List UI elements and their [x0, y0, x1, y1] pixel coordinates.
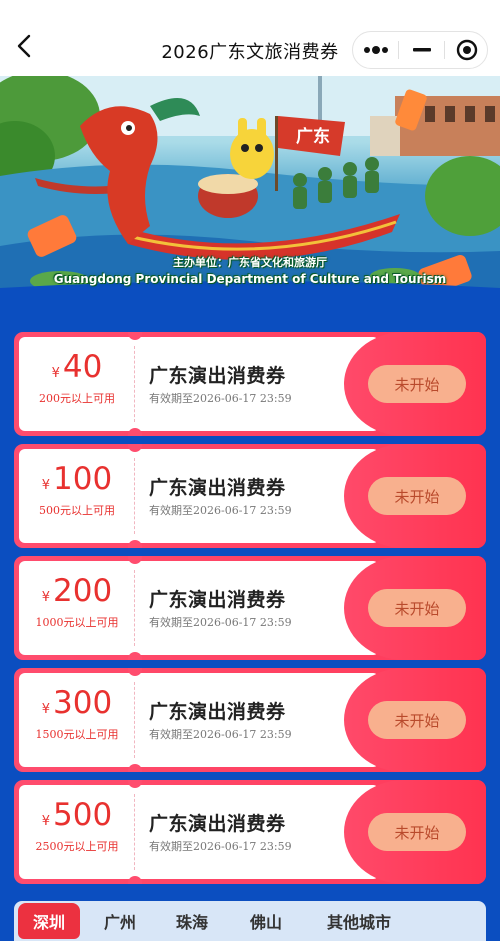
- coupon-amount-box: ¥500 2500元以上可用: [19, 798, 135, 854]
- organizer-en: Guangdong Provincial Department of Cultu…: [53, 272, 447, 286]
- coupon-amount: 200: [53, 573, 113, 609]
- coupon-card: ¥40 200元以上可用 广东演出消费券 有效期至2026-06-17 23:5…: [14, 332, 486, 436]
- tab-shenzhen[interactable]: 深圳: [18, 903, 80, 939]
- coupon-amount-box: ¥100 500元以上可用: [19, 462, 135, 518]
- coupon-amount-box: ¥200 1000元以上可用: [19, 574, 135, 630]
- coupon-condition: 200元以上可用: [39, 392, 115, 405]
- coupon-status-button[interactable]: 未开始: [368, 589, 466, 627]
- more-dots-icon: [363, 46, 388, 54]
- coupon-validity: 有效期至2026-06-17 23:59: [149, 728, 292, 741]
- nav-bar: 2026广东文旅消费券: [0, 0, 500, 76]
- coupon-card: ¥300 1500元以上可用 广东演出消费券 有效期至2026-06-17 23…: [14, 668, 486, 772]
- organizer-cn: 主办单位：广东省文化和旅游厅: [173, 256, 327, 269]
- coupon-amount: 500: [53, 797, 113, 833]
- mini-program-capsule: [352, 31, 488, 69]
- coupon-condition: 1000元以上可用: [35, 616, 119, 629]
- coupon-notch: [128, 428, 142, 436]
- coupon-amount: 100: [53, 461, 113, 497]
- coupon-card: ¥100 500元以上可用 广东演出消费券 有效期至2026-06-17 23:…: [14, 444, 486, 548]
- target-close-icon: [456, 39, 477, 61]
- coupon-condition: 1500元以上可用: [35, 728, 119, 741]
- coupon-amount-box: ¥300 1500元以上可用: [19, 686, 135, 742]
- city-tab-bar: 深圳 广州 珠海 佛山 其他城市: [14, 901, 486, 941]
- coupon-condition: 2500元以上可用: [35, 840, 119, 853]
- currency-symbol: ¥: [41, 702, 51, 717]
- coupon-validity: 有效期至2026-06-17 23:59: [149, 504, 292, 517]
- minus-icon: [412, 48, 431, 52]
- coupon-status-button[interactable]: 未开始: [368, 813, 466, 851]
- coupon-name: 广东演出消费券: [149, 701, 286, 723]
- tab-other-cities[interactable]: 其他城市: [316, 901, 402, 941]
- currency-symbol: ¥: [41, 478, 51, 493]
- coupon-notch: [128, 876, 142, 884]
- coupon-status-button[interactable]: 未开始: [368, 477, 466, 515]
- coupon-notch: [128, 540, 142, 548]
- organizer-caption: 主办单位：广东省文化和旅游厅 Guangdong Provincial Depa…: [0, 254, 500, 286]
- coupon-validity: 有效期至2026-06-17 23:59: [149, 840, 292, 853]
- close-miniprogram-button[interactable]: [444, 32, 489, 68]
- minimize-button[interactable]: [399, 32, 444, 68]
- coupon-card: ¥200 1000元以上可用 广东演出消费券 有效期至2026-06-17 23…: [14, 556, 486, 660]
- tab-foshan[interactable]: 佛山: [240, 901, 292, 941]
- coupon-name: 广东演出消费券: [149, 477, 286, 499]
- coupon-validity: 有效期至2026-06-17 23:59: [149, 616, 292, 629]
- coupon-status-button[interactable]: 未开始: [368, 365, 466, 403]
- coupon-card: ¥500 2500元以上可用 广东演出消费券 有效期至2026-06-17 23…: [14, 780, 486, 884]
- coupon-name: 广东演出消费券: [149, 589, 286, 611]
- promo-banner: 广东 主办单位：广东省文化和旅游厅 Guangdong Provincial D…: [0, 76, 500, 298]
- coupon-status-button[interactable]: 未开始: [368, 701, 466, 739]
- tab-zhuhai[interactable]: 珠海: [166, 901, 218, 941]
- currency-symbol: ¥: [41, 814, 51, 829]
- coupon-condition: 500元以上可用: [39, 504, 115, 517]
- tab-guangzhou[interactable]: 广州: [94, 901, 146, 941]
- coupon-name: 广东演出消费券: [149, 813, 286, 835]
- flag-label: 广东: [296, 126, 330, 147]
- coupon-notch: [128, 764, 142, 772]
- more-button[interactable]: [353, 32, 398, 68]
- coupon-amount: 300: [53, 685, 113, 721]
- currency-symbol: ¥: [51, 366, 60, 381]
- coupon-amount-box: ¥40 200元以上可用: [19, 350, 135, 406]
- coupon-list: ¥40 200元以上可用 广东演出消费券 有效期至2026-06-17 23:5…: [14, 332, 486, 892]
- coupon-name: 广东演出消费券: [149, 365, 286, 387]
- coupon-validity: 有效期至2026-06-17 23:59: [149, 392, 292, 405]
- coupon-notch: [128, 652, 142, 660]
- currency-symbol: ¥: [41, 590, 51, 605]
- coupon-amount: 40: [62, 349, 103, 385]
